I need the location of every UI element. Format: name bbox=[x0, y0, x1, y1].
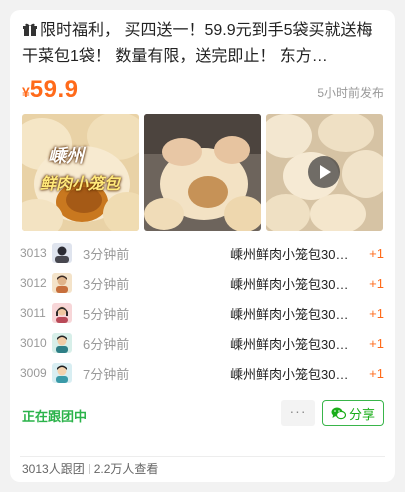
image-caption-top: 嵊州 bbox=[48, 146, 84, 166]
price-currency: ¥ bbox=[22, 84, 30, 100]
gift-icon bbox=[23, 23, 37, 36]
share-label: 分享 bbox=[348, 406, 375, 422]
order-number: 3009 bbox=[20, 366, 47, 380]
order-quantity: +1 bbox=[369, 365, 384, 381]
order-product: 嵊州鲜肉小笼包30… bbox=[230, 246, 349, 262]
group-status: 正在跟团中 bbox=[22, 409, 88, 424]
play-icon[interactable] bbox=[308, 156, 340, 188]
order-quantity: +1 bbox=[369, 305, 384, 321]
avatar bbox=[52, 273, 72, 293]
order-row: 3011 5分钟前 嵊州鲜肉小笼包30… +1 bbox=[20, 298, 384, 328]
order-number: 3012 bbox=[20, 276, 47, 290]
order-list: 3013 3分钟前 嵊州鲜肉小笼包30… +1 3012 3分钟前 嵊州鲜肉小笼… bbox=[20, 238, 384, 388]
order-time: 3分钟前 bbox=[83, 276, 130, 292]
order-product: 嵊州鲜肉小笼包30… bbox=[230, 336, 349, 352]
view-count: 2.2万人查看 bbox=[93, 462, 159, 476]
post-title[interactable]: 限时福利， 买四送一！59.9元到手5袋买就送梅干菜包1袋！ 数量有限，送完即止… bbox=[22, 18, 384, 70]
follower-count: 3013人跟团 bbox=[22, 462, 85, 476]
product-images: 嵊州 鲜肉小笼包 bbox=[22, 114, 384, 231]
order-number: 3013 bbox=[20, 246, 47, 260]
posted-time: 5小时前发布 bbox=[317, 86, 384, 100]
price: ¥59.9 bbox=[22, 76, 79, 103]
order-row: 3013 3分钟前 嵊州鲜肉小笼包30… +1 bbox=[20, 238, 384, 268]
order-product: 嵊州鲜肉小笼包30… bbox=[230, 276, 349, 292]
avatar bbox=[52, 243, 72, 263]
divider bbox=[20, 456, 385, 457]
order-quantity: +1 bbox=[369, 275, 384, 291]
stats-footer: 3013人跟团 2.2万人查看 bbox=[22, 460, 158, 478]
post-title-text: 限时福利， 买四送一！59.9元到手5袋买就送梅干菜包1袋！ 数量有限，送完即止… bbox=[22, 22, 373, 65]
order-number: 3011 bbox=[20, 306, 46, 320]
group-buy-card[interactable]: 限时福利， 买四送一！59.9元到手5袋买就送梅干菜包1袋！ 数量有限，送完即止… bbox=[10, 10, 395, 482]
price-value: 59.9 bbox=[29, 76, 79, 103]
order-time: 6分钟前 bbox=[83, 336, 130, 352]
product-image-2[interactable] bbox=[144, 114, 261, 231]
order-product: 嵊州鲜肉小笼包30… bbox=[230, 366, 349, 382]
order-row: 3012 3分钟前 嵊州鲜肉小笼包30… +1 bbox=[20, 268, 384, 298]
order-time: 5分钟前 bbox=[83, 306, 130, 322]
price-row: ¥59.9 5小时前发布 bbox=[22, 76, 384, 104]
image-caption-bottom: 鲜肉小笼包 bbox=[40, 176, 121, 193]
product-video[interactable] bbox=[266, 114, 383, 231]
share-button[interactable]: 分享 bbox=[322, 400, 384, 426]
more-button[interactable]: ··· bbox=[281, 400, 315, 426]
order-quantity: +1 bbox=[369, 245, 384, 261]
avatar bbox=[52, 363, 72, 383]
order-time: 7分钟前 bbox=[83, 366, 130, 382]
order-row: 3009 7分钟前 嵊州鲜肉小笼包30… +1 bbox=[20, 358, 384, 388]
order-time: 3分钟前 bbox=[83, 246, 130, 262]
separator bbox=[88, 464, 90, 474]
product-image-1[interactable]: 嵊州 鲜肉小笼包 bbox=[22, 114, 139, 231]
action-bar: 正在跟团中 ··· 分享 bbox=[22, 400, 384, 428]
avatar bbox=[52, 333, 72, 353]
order-quantity: +1 bbox=[369, 335, 384, 351]
avatar bbox=[52, 303, 72, 323]
order-number: 3010 bbox=[20, 336, 47, 350]
order-row: 3010 6分钟前 嵊州鲜肉小笼包30… +1 bbox=[20, 328, 384, 358]
order-product: 嵊州鲜肉小笼包30… bbox=[230, 306, 349, 322]
wechat-icon bbox=[331, 407, 346, 419]
